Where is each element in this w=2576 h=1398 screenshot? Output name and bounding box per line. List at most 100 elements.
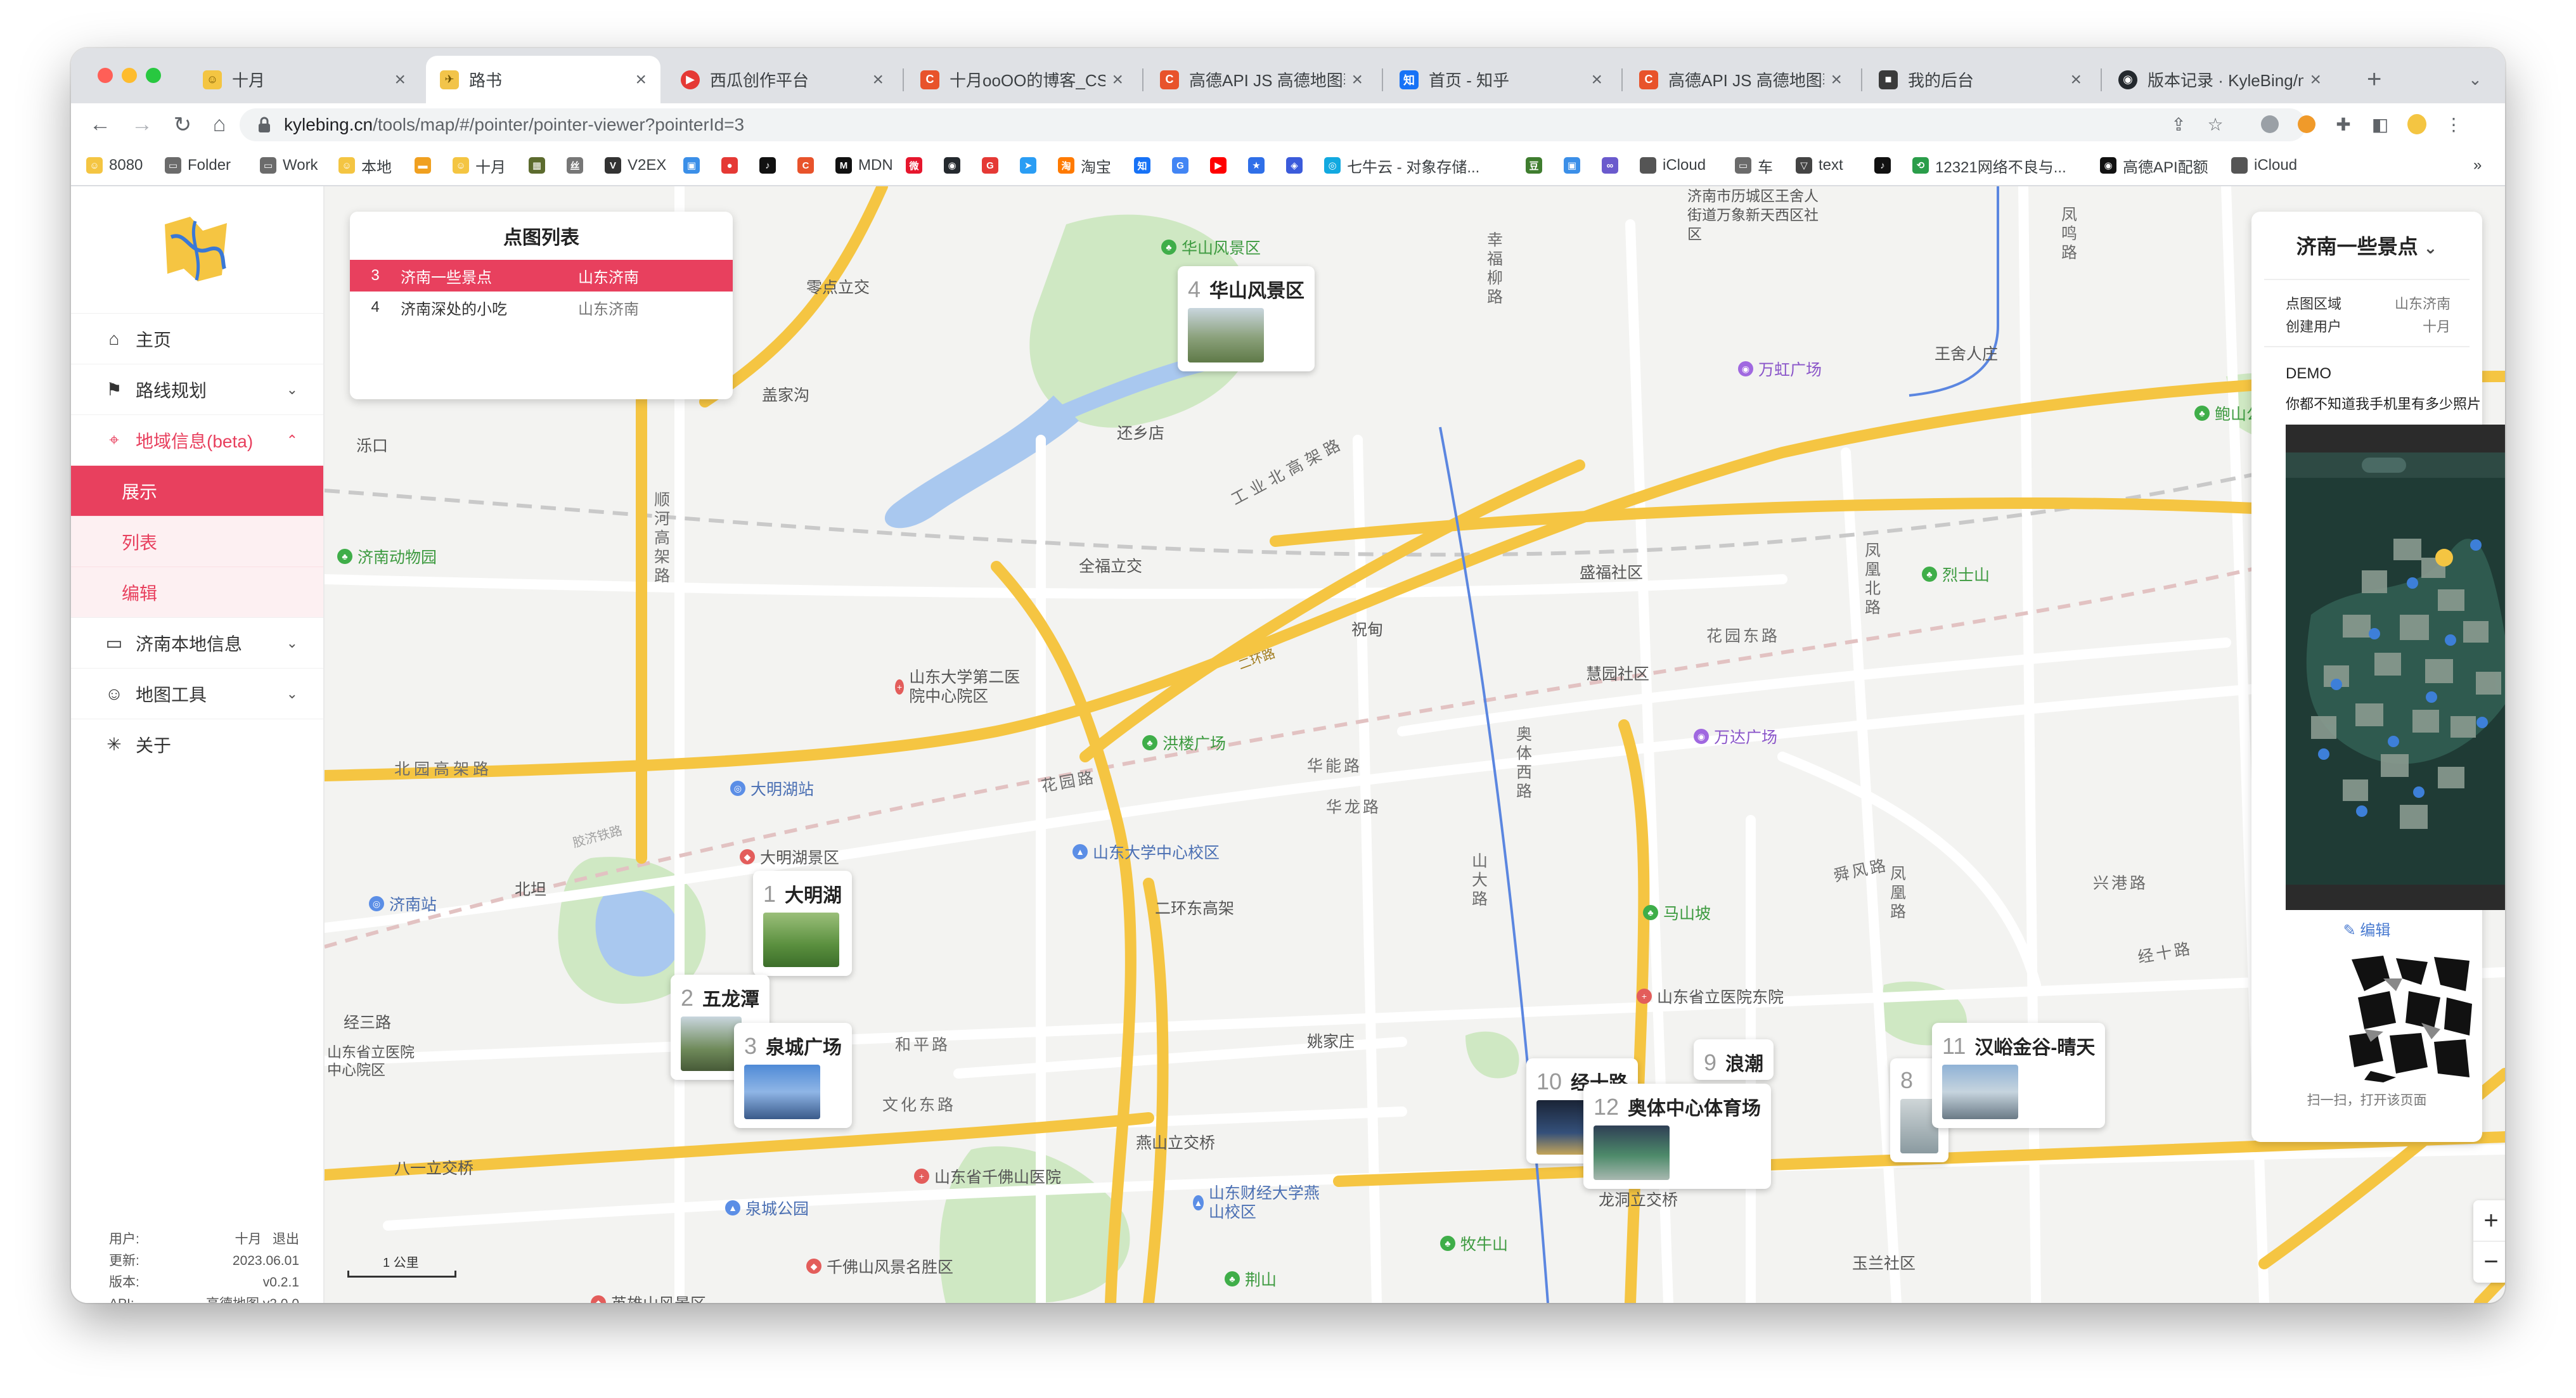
close-window-button[interactable]	[98, 68, 113, 83]
maximize-window-button[interactable]	[146, 68, 161, 83]
bookmark-item[interactable]: iCloud	[2231, 155, 2297, 176]
bookmark-item[interactable]: M MDN	[835, 155, 893, 176]
poi-huashan[interactable]: ♣ 华山风景区	[1161, 236, 1261, 259]
bookmark-item[interactable]: ▭ Folder	[165, 155, 231, 176]
map-canvas[interactable]: 零点立交 盖家沟 泺口 还乡店 全福立交 祝甸 盛福社区 慧园社区 北坦 经三路…	[325, 186, 2505, 1303]
home-button[interactable]: ⌂	[207, 112, 232, 137]
poi-jingshan[interactable]: ♣ 荆山	[1225, 1267, 1277, 1290]
bookmark-item[interactable]: ▣	[683, 155, 706, 176]
tab-csdn-blog[interactable]: C 十月ooOO的博客_CSD ×	[906, 56, 1137, 103]
bookmark-item[interactable]: 豆	[1526, 155, 1549, 176]
share-button[interactable]: ⇪	[2169, 115, 2188, 134]
menu-button[interactable]: ⋮	[2444, 115, 2463, 134]
tab-zhihu[interactable]: 知 首页 - 知乎 ×	[1386, 56, 1616, 103]
bookmark-item[interactable]: 淘淘宝	[1058, 155, 1111, 176]
poi-shanda-campus[interactable]: ▲ 山东大学中心校区	[1072, 840, 1220, 863]
bookmark-item[interactable]: ➤	[1020, 155, 1043, 176]
bookmark-item[interactable]: ▭ 车	[1735, 155, 1773, 176]
bookmark-item[interactable]: 丝	[567, 155, 589, 176]
close-icon[interactable]: ×	[1591, 69, 1602, 91]
bookmark-item[interactable]: ▣	[1564, 155, 1587, 176]
close-icon[interactable]: ×	[2310, 69, 2321, 91]
bookmark-item[interactable]: ▦	[529, 155, 551, 176]
submenu-list[interactable]: 列表	[71, 516, 323, 567]
close-icon[interactable]: ×	[394, 69, 406, 91]
poi-wanhong-plaza[interactable]: ◉ 万虹广场	[1738, 357, 1822, 380]
poi-wanda-plaza[interactable]: ◉ 万达广场	[1694, 725, 1777, 748]
extension-1-button[interactable]	[2260, 115, 2279, 134]
tab-github-versions[interactable]: ◉ 版本记录 · KyleBing/m ×	[2104, 56, 2335, 103]
close-icon[interactable]: ×	[2070, 69, 2082, 91]
menu-about[interactable]: ✳ 关于	[71, 719, 323, 769]
map-marker-daminghu[interactable]: 1 大明湖	[753, 871, 853, 976]
poi-jinan-station[interactable]: ◎ 济南站	[369, 892, 437, 915]
extensions-button[interactable]: ✚	[2334, 115, 2353, 134]
bookmark-item[interactable]: G	[1172, 155, 1195, 176]
tab-amap-api-1[interactable]: C 高德API JS 高德地图获 ×	[1146, 56, 1377, 103]
menu-route-planning[interactable]: ⚑ 路线规划 ⌄	[71, 364, 323, 414]
bookmark-item[interactable]: ☺ 十月	[453, 155, 506, 176]
submenu-edit[interactable]: 编辑	[71, 567, 323, 617]
bookmark-item[interactable]: ◎ 七牛云 - 对象存储...	[1324, 155, 1479, 176]
bookmark-star-button[interactable]: ☆	[2206, 115, 2225, 134]
bookmark-item[interactable]: ◈	[1286, 155, 1309, 176]
forward-button[interactable]: →	[129, 112, 155, 137]
poi-muniushan[interactable]: ♣ 牧牛山	[1440, 1232, 1508, 1255]
zoom-out-button[interactable]: −	[2473, 1241, 2505, 1282]
bookmark-item[interactable]: ⟲ 12321网络不良与...	[1912, 155, 2066, 176]
close-icon[interactable]: ×	[635, 69, 647, 91]
bookmark-item[interactable]: 知	[1134, 155, 1157, 176]
new-tab-button[interactable]: +	[2353, 56, 2397, 103]
submenu-show[interactable]: 展示	[71, 465, 323, 516]
tab-shiyue[interactable]: ☺ 十月 ×	[189, 56, 420, 103]
reload-button[interactable]: ↻	[170, 112, 195, 138]
side-panel-button[interactable]: ◧	[2371, 115, 2390, 134]
bookmark-item[interactable]: ▭ Work	[260, 155, 318, 176]
poi-yingxiongshan[interactable]: ◆ 英雄山风景区	[591, 1292, 706, 1303]
menu-jinan-local-info[interactable]: ▭ 济南本地信息 ⌄	[71, 617, 323, 668]
bookmark-item[interactable]: G	[982, 155, 1005, 176]
demo-photo[interactable]	[2286, 425, 2505, 910]
bookmark-item[interactable]: ▬	[415, 155, 437, 176]
profile-button[interactable]	[2407, 114, 2426, 134]
bookmark-item[interactable]: ☺ 8080	[86, 155, 143, 176]
bookmark-item[interactable]: ▽ text	[1796, 155, 1843, 176]
point-list-row[interactable]: 4 济南深处的小吃 山东济南	[350, 292, 733, 323]
minimize-window-button[interactable]	[122, 68, 137, 83]
bookmark-item[interactable]: 微	[906, 155, 929, 176]
bookmark-item[interactable]: ∞	[1602, 155, 1625, 176]
bookmark-item[interactable]: C	[797, 155, 820, 176]
tab-amap-api-2[interactable]: C 高德API JS 高德地图获 ×	[1625, 56, 1856, 103]
bookmark-item[interactable]: ◉ 高德API配额	[2100, 155, 2208, 176]
close-icon[interactable]: ×	[872, 69, 884, 91]
close-icon[interactable]: ×	[1351, 69, 1363, 91]
poi-provincial-hospital-east[interactable]: + 山东省立医院东院	[1637, 985, 1784, 1008]
tab-search-button[interactable]: ⌄	[2454, 56, 2492, 103]
bookmark-item[interactable]: ☺ 本地	[338, 155, 392, 176]
pointer-title-dropdown[interactable]: 济南一些景点 ⌄	[2251, 231, 2482, 260]
menu-region-info[interactable]: ⌖ 地域信息(beta) ⌃	[71, 414, 323, 465]
poi-daminghu-scenic[interactable]: ◆ 大明湖景区	[740, 845, 839, 868]
edit-link[interactable]: ✎ 编辑	[2251, 918, 2482, 940]
bookmark-item[interactable]: iCloud	[1640, 155, 1706, 176]
bookmark-item[interactable]: V V2EX	[605, 155, 666, 176]
bookmarks-overflow-button[interactable]: »	[2473, 155, 2482, 176]
map-marker-huashan[interactable]: 4 华山风景区	[1178, 266, 1315, 371]
tab-lushu[interactable]: ✈ 路书 ×	[426, 56, 660, 103]
zoom-in-button[interactable]: +	[2473, 1200, 2505, 1241]
extension-2-button[interactable]	[2297, 115, 2316, 134]
close-icon[interactable]: ×	[1831, 69, 1842, 91]
address-bar[interactable]: kylebing.cn/tools/map/#/pointer/pointer-…	[240, 108, 2306, 141]
logout-link[interactable]: 退出	[273, 1232, 299, 1247]
map-marker-olympic-stadium[interactable]: 12 奥体中心体育场	[1583, 1084, 1772, 1189]
back-button[interactable]: ←	[87, 112, 113, 137]
poi-honglou[interactable]: ♣ 洪楼广场	[1142, 731, 1226, 754]
menu-map-tools[interactable]: ☺ 地图工具 ⌄	[71, 668, 323, 719]
close-icon[interactable]: ×	[1112, 69, 1123, 91]
poi-lieshishan[interactable]: ♣ 烈士山	[1922, 563, 1990, 586]
map-marker-hanyu-jingu[interactable]: 11 汉峪金谷-晴天	[1932, 1023, 2106, 1128]
poi-qianfoshan[interactable]: ◆ 千佛山风景名胜区	[806, 1255, 953, 1278]
bookmark-item[interactable]: ●	[721, 155, 744, 176]
poi-quancheng-park[interactable]: ▲ 泉城公园	[725, 1196, 809, 1219]
poi-zoo[interactable]: ♣ 济南动物园	[337, 545, 437, 568]
